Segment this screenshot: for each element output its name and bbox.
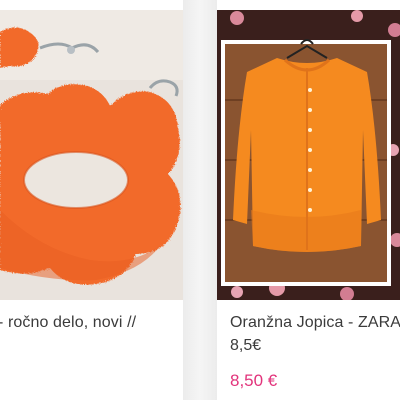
felt-flower-earrings-image[interactable] <box>0 10 183 300</box>
product-card-cardigan[interactable]: Oranžna Jopica - ZARA 8,5€ 8,50 € <box>217 0 400 400</box>
orange-cardigan-image[interactable] <box>217 10 400 300</box>
product-title[interactable]: Oranžna Jopica - ZARA <box>230 314 400 332</box>
product-card-earrings[interactable]: - ročno delo, novi // <box>0 0 183 400</box>
product-price: 8,50 € <box>230 371 278 390</box>
card-gap <box>183 0 217 400</box>
product-title[interactable]: - ročno delo, novi // <box>0 314 136 332</box>
product-subtitle: 8,5€ <box>230 337 262 354</box>
